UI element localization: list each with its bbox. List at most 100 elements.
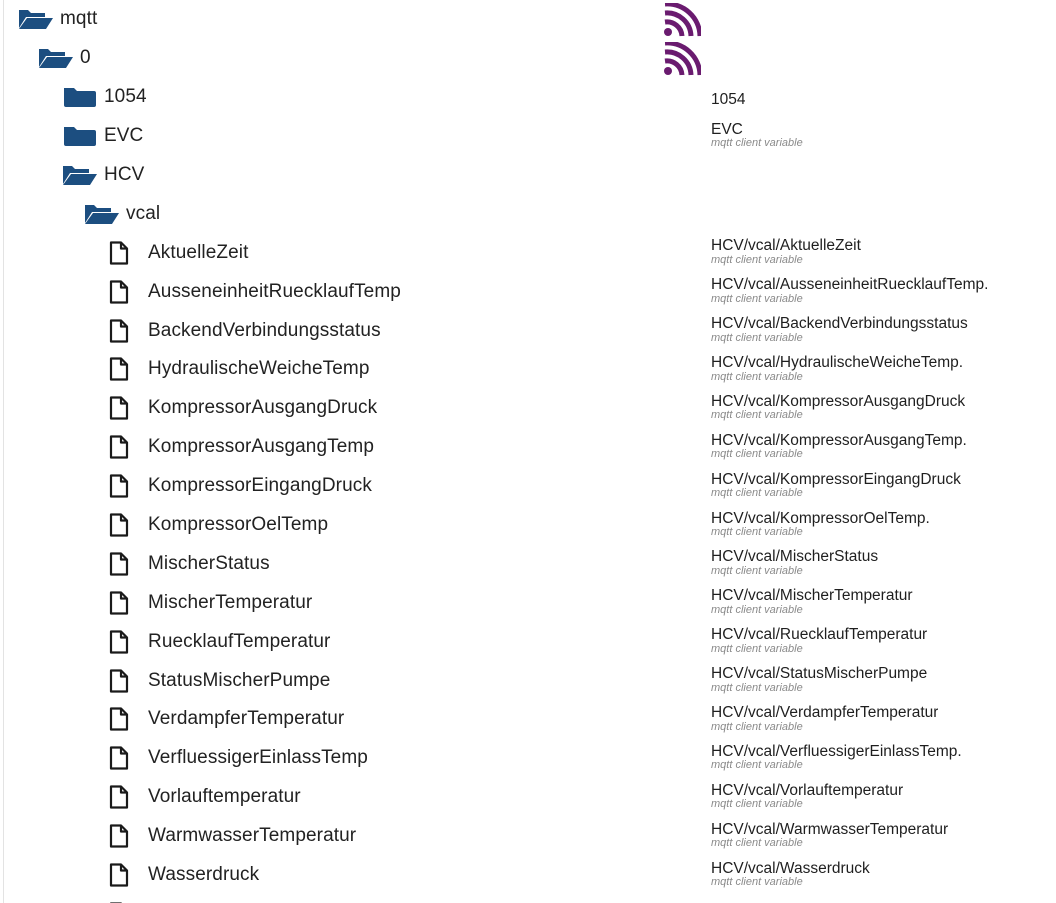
tree-node[interactable]: 0 [38,39,91,78]
tree-row-0[interactable]: 0 [0,39,1056,78]
tree-row-vcal[interactable]: vcal [0,194,1056,233]
tree-node[interactable]: KompressorAusgangTemp [106,428,374,467]
tree-node[interactable]: MischerTemperatur [106,583,312,622]
object-type-text: mqtt client variable [711,681,803,694]
tree-node[interactable]: Wasserdruck [106,856,259,895]
tree-node[interactable]: KompressorOelTemp [106,506,328,545]
folder-open-icon[interactable] [84,203,120,225]
tree-row-mqtt[interactable]: mqtt [0,0,1056,39]
tree-node[interactable]: WarmwasserTemperatur [106,817,356,856]
tree-node[interactable]: vcal [84,194,160,233]
tree-row-hydraulischeweichetemp[interactable]: HydraulischeWeicheTemp HCV/vcal/Hydraulis… [0,350,1056,389]
tree-node-label: HydraulischeWeicheTemp [148,358,370,380]
object-id-text: HCV/vcal/HydraulischeWeicheTemp. [711,354,964,372]
folder-icon[interactable] [62,86,98,108]
tree-node[interactable]: 1054 [62,78,147,117]
object-id-text: HCV/vcal/MischerTemperatur [711,587,913,605]
tree-row-hcv[interactable]: HCV [0,156,1056,195]
tree-node[interactable]: MischerStatus [106,544,270,583]
tree-node-label: EVC [104,125,144,147]
object-type-text: mqtt client variable [711,448,803,461]
object-id-text: HCV/vcal/RuecklaufTemperatur [711,626,928,644]
tree-row-wasserdruck[interactable]: Wasserdruck HCV/vcal/Wasserdruck mqtt clie… [0,856,1056,895]
tree-row-kompressoroeltemp[interactable]: KompressorOelTemp HCV/vcal/KompressorOelT… [0,506,1056,545]
tree-row-mischertemperatur[interactable]: MischerTemperatur HCV/vcal/MischerTempera… [0,583,1056,622]
object-description: HCV/vcal/MischerTemperatur mqtt client va… [711,586,913,616]
object-id-text: HCV/vcal/KompressorOelTemp. [711,509,930,527]
tree-node[interactable]: BackendVerbindungsstatus [106,311,381,350]
object-description: HCV/vcal/Wasserdruck mqtt client variable [711,859,870,889]
file-icon[interactable] [106,746,132,770]
tree-node-label: KompressorOelTemp [148,514,329,536]
tree-row-kompressorausgangdruck[interactable]: KompressorAusgangDruck HCV/vcal/Kompresso… [0,389,1056,428]
tree-node[interactable]: AktuelleZeit [106,233,248,272]
object-description: HCV/vcal/AusseneinheitRuecklaufTemp. mqtt… [711,275,988,305]
tree-row-statusmischerpumpe[interactable]: StatusMischerPumpe HCV/vcal/StatusMischer… [0,661,1056,700]
file-icon[interactable] [106,280,132,304]
object-type-text: mqtt client variable [711,603,803,616]
file-icon[interactable] [106,513,132,537]
tree-node[interactable]: VerfluessigerEinlassTemp [106,739,368,778]
tree-node-label: AktuelleZeit [148,241,249,263]
tree-row-backendverbindungsstatus[interactable]: BackendVerbindungsstatus HCV/vcal/Backend… [0,311,1056,350]
file-icon[interactable] [106,318,132,343]
file-icon[interactable] [106,241,132,265]
file-icon[interactable] [106,552,132,576]
tree-node-label: BackendVerbindungsstatus [148,319,381,341]
tree-row-ruecklauftemperatur[interactable]: RuecklaufTemperatur HCV/vcal/RuecklaufTem… [0,622,1056,661]
tree-row-ausseneinheitruecklauftemp[interactable]: AusseneinheitRuecklaufTemp HCV/vcal/Ausse… [0,272,1056,311]
object-type-text: mqtt client variable [711,331,803,344]
object-type-text: mqtt client variable [711,292,803,305]
file-icon[interactable] [106,591,132,615]
tree-node[interactable]: VerdampferTemperatur [106,700,344,739]
tree-node[interactable]: HydraulischeWeicheTemp [106,350,370,389]
file-icon[interactable] [106,396,132,420]
tree-node[interactable]: KompressorEingangDruck [106,467,372,506]
tree-row-aktuellezeit[interactable]: AktuelleZeit HCV/vcal/AktuelleZeit mqtt cl… [0,233,1056,272]
file-icon[interactable] [106,668,132,693]
object-type-text: mqtt client variable [711,526,803,539]
tree-row-mischerstatus[interactable]: MischerStatus HCV/vcal/MischerStatus mqtt … [0,544,1056,583]
tree-row-verdampfertemperatur[interactable]: VerdampferTemperatur HCV/vcal/VerdampferT… [0,700,1056,739]
tree-row-zusatzheizungtemp[interactable]: HCV/vcal/ZusatzheizungTemp. [0,894,1056,903]
file-icon[interactable] [106,435,132,459]
tree-row-verfluessigereinlasstemp[interactable]: VerfluessigerEinlassTemp HCV/vcal/Verflue… [0,739,1056,778]
file-icon[interactable] [106,630,132,654]
tree-node[interactable]: mqtt [18,0,97,39]
tree-node-label: RuecklaufTemperatur [148,630,331,652]
folder-open-icon[interactable] [18,8,54,30]
tree-row-evc[interactable]: EVC EVC mqtt client variable [0,117,1056,156]
object-type-text: mqtt client variable [711,837,803,850]
object-id-text: 1054 [711,90,746,108]
tree-row-vorlauftemperatur[interactable]: Vorlauftemperatur HCV/vcal/Vorlauftempera… [0,778,1056,817]
tree-node[interactable]: AusseneinheitRuecklaufTemp [106,272,401,311]
tree-node[interactable] [106,894,148,903]
file-icon[interactable] [106,707,132,732]
object-description: HCV/vcal/Vorlauftemperatur mqtt client va… [711,781,903,811]
file-icon[interactable] [106,863,132,887]
folder-open-icon[interactable] [62,164,98,186]
tree-node[interactable]: HCV [62,156,144,195]
file-icon[interactable] [106,474,132,498]
tree-node[interactable]: RuecklaufTemperatur [106,622,330,661]
folder-icon[interactable] [62,125,98,147]
tree-node-label: StatusMischerPumpe [148,669,331,691]
tree-row-warmwassertemperatur[interactable]: WarmwasserTemperatur HCV/vcal/WarmwasserT… [0,817,1056,856]
object-id-text: EVC [711,120,743,138]
file-icon[interactable] [106,824,132,848]
file-icon[interactable] [106,785,132,809]
folder-open-icon[interactable] [38,47,74,69]
tree-node[interactable]: Vorlauftemperatur [106,778,301,817]
tree-row-kompressoreingangdruck[interactable]: KompressorEingangDruck HCV/vcal/Kompresso… [0,467,1056,506]
object-description: HCV/vcal/MischerStatus mqtt client variab… [711,547,878,577]
file-icon[interactable] [106,357,132,382]
tree-node-label: 1054 [104,86,147,108]
tree-node-label: KompressorAusgangDruck [148,397,378,419]
tree-node[interactable]: EVC [62,117,143,156]
tree-node[interactable]: KompressorAusgangDruck [106,389,377,428]
tree-row-1054[interactable]: 1054 1054 [0,78,1056,117]
tree-row-kompressorausgangtemp[interactable]: KompressorAusgangTemp HCV/vcal/Kompressor… [0,428,1056,467]
object-description: HCV/vcal/KompressorEingangDruck mqtt clie… [711,470,961,500]
object-type-text: mqtt client variable [711,253,803,266]
tree-node[interactable]: StatusMischerPumpe [106,661,330,700]
